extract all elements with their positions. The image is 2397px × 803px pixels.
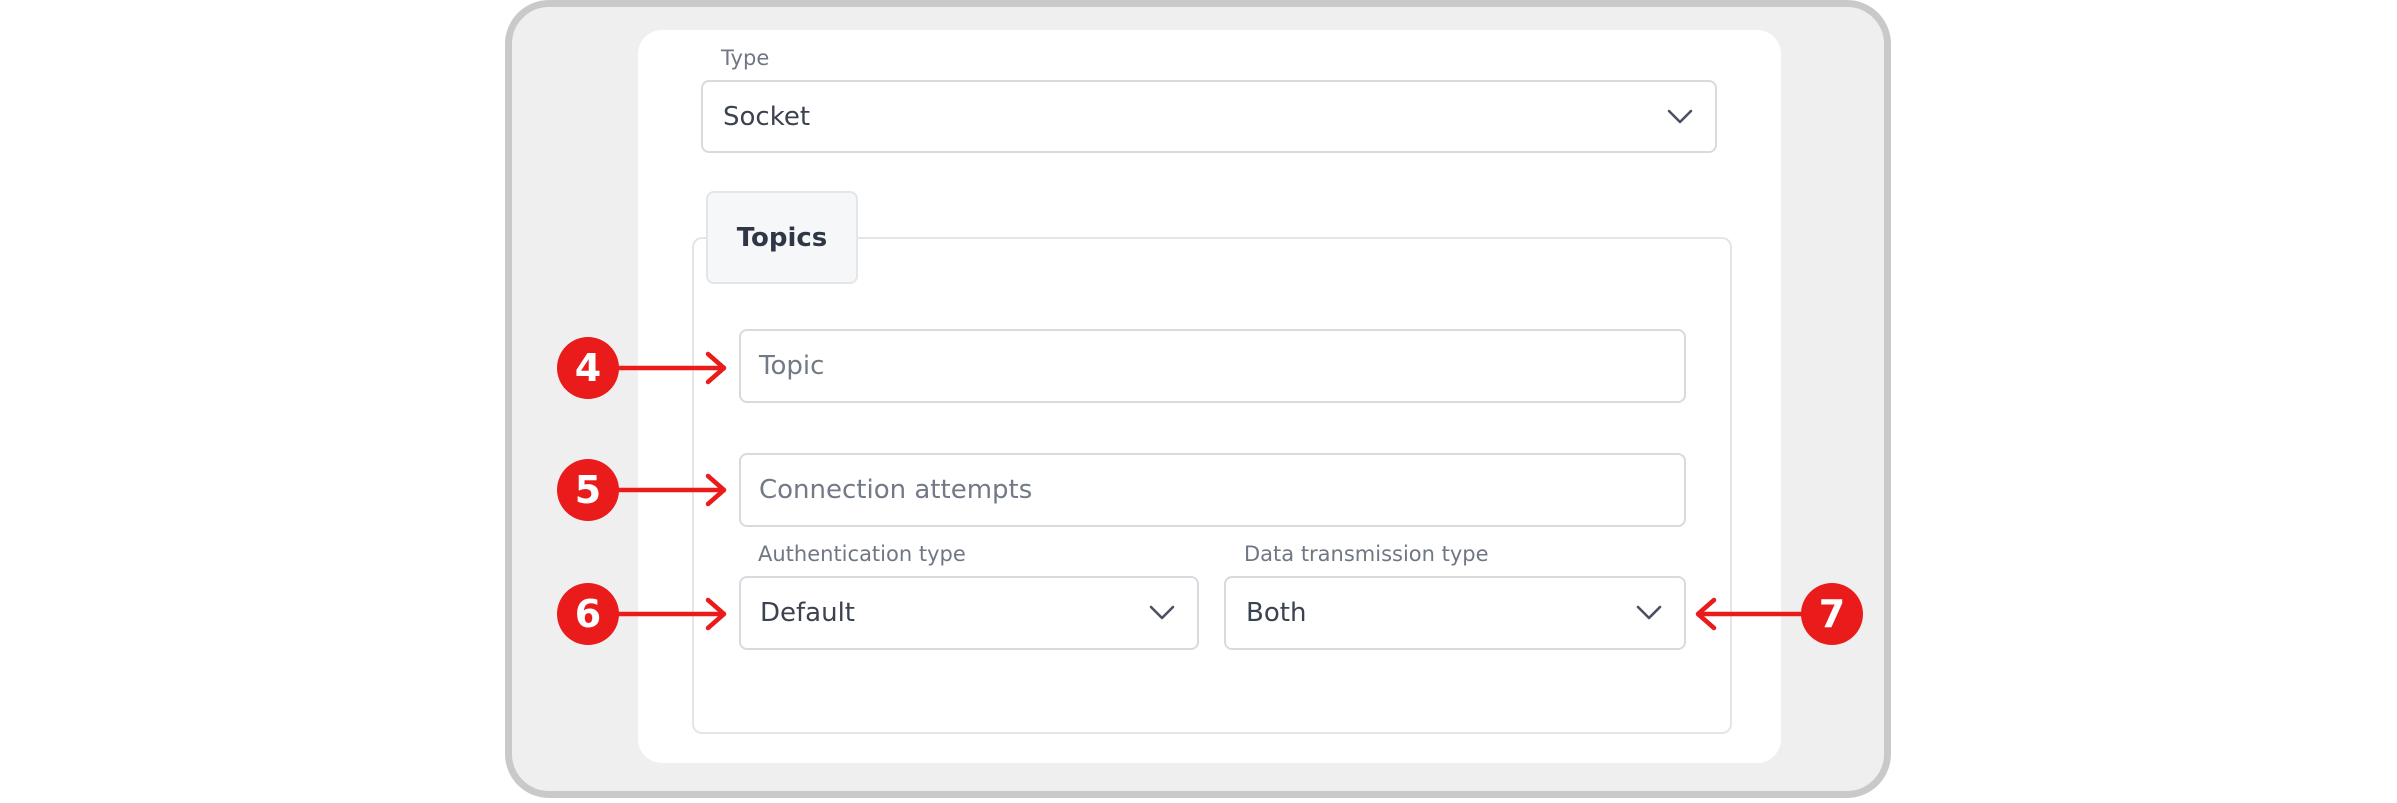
callout-badge-4: 4 (557, 337, 619, 399)
callout-badge-7: 7 (1801, 583, 1863, 645)
arrow-icon (614, 473, 727, 507)
callout-badge-5: 5 (557, 459, 619, 521)
arrow-icon (1695, 597, 1808, 631)
callout-badge-6: 6 (557, 583, 619, 645)
arrow-icon (614, 351, 727, 385)
arrow-icon (614, 597, 727, 631)
callout-arrows (614, 351, 1808, 631)
